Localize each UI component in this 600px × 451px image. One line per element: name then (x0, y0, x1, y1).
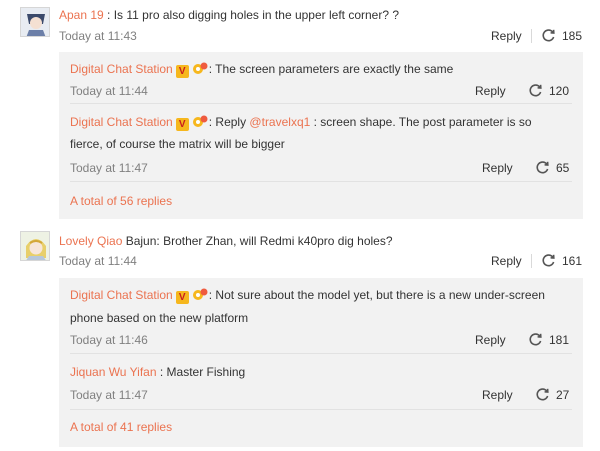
more-replies-link[interactable]: A total of 41 replies (70, 419, 172, 435)
reply-button[interactable]: Reply (475, 83, 506, 99)
reply-timestamp: Today at 11:47 (70, 161, 148, 175)
reply-body: Digital Chat Station V : The screen parame… (70, 61, 453, 78)
reply-item: Digital Chat Station V: Reply @travelxq1 … (59, 104, 583, 182)
action-divider (531, 254, 532, 268)
reply-prefix: : Reply (208, 115, 250, 129)
repost-button[interactable]: 27 (535, 387, 569, 406)
comment-item: Lovely Qiao Bajun: Brother Zhan, will Re… (0, 222, 600, 451)
reply-text: : screen shape. The post parameter is so (310, 115, 532, 129)
repost-count: 65 (556, 161, 570, 175)
repost-button[interactable]: 161 (541, 253, 582, 272)
reply-list: Digital Chat Station V: The screen parame… (59, 52, 583, 219)
verified-badge-icon: V (175, 291, 189, 304)
reply-author-link[interactable]: Digital Chat Station (70, 288, 173, 302)
repost-count: 181 (549, 333, 570, 347)
comment-item: Apan 19 : Is 11 pro also digging holes i… (0, 0, 600, 220)
reply-body: Digital Chat Station V : Not sure about th… (70, 287, 545, 304)
reply-button[interactable]: Reply (475, 332, 506, 348)
reply-text-continued: fierce, of course the matrix will be big… (70, 137, 285, 151)
comment-text: : Is 11 pro also digging holes in the up… (103, 8, 400, 22)
repost-icon (541, 28, 556, 47)
repost-icon (535, 387, 550, 406)
verified-badge-icon: V (175, 65, 189, 78)
repost-count: 27 (556, 388, 570, 402)
user-avatar[interactable] (20, 7, 50, 37)
comment-timestamp: Today at 11:44 (59, 254, 137, 268)
reply-button[interactable]: Reply (482, 387, 513, 403)
reply-text: : Master Fishing (156, 365, 246, 379)
more-replies-link[interactable]: A total of 56 replies (70, 193, 172, 209)
repost-icon (528, 83, 543, 102)
member-badge-icon (191, 287, 209, 301)
comment-timestamp: Today at 11:43 (59, 29, 137, 43)
reply-item: Digital Chat Station V : Not sure about th… (59, 278, 583, 354)
reply-button[interactable]: Reply (491, 253, 522, 269)
reply-text: : The screen parameters are exactly the … (208, 62, 454, 76)
reply-divider (70, 181, 572, 182)
comment-body: Apan 19 : Is 11 pro also digging holes i… (59, 7, 399, 23)
reply-timestamp: Today at 11:47 (70, 388, 148, 402)
member-badge-icon (191, 114, 209, 128)
reply-text: : Not sure about the model yet, but ther… (208, 288, 545, 302)
repost-button[interactable]: 181 (528, 332, 569, 351)
comment-author-link[interactable]: Apan 19 (59, 8, 104, 22)
repost-button[interactable]: 65 (535, 160, 569, 179)
reply-button[interactable]: Reply (491, 28, 522, 44)
reply-timestamp: Today at 11:46 (70, 333, 148, 347)
reply-author-link[interactable]: Digital Chat Station (70, 115, 173, 129)
repost-icon (541, 253, 556, 272)
repost-button[interactable]: 185 (541, 28, 582, 47)
reply-divider (70, 409, 572, 410)
reply-item: Jiquan Wu Yifan : Master Fishing Today a… (59, 354, 583, 410)
comment-text: Bajun: Brother Zhan, will Redmi k40pro d… (122, 234, 393, 248)
repost-icon (535, 160, 550, 179)
reply-button[interactable]: Reply (482, 160, 513, 176)
reply-list: Digital Chat Station V : Not sure about th… (59, 278, 583, 447)
reply-timestamp: Today at 11:44 (70, 84, 148, 98)
repost-count: 161 (562, 254, 583, 268)
repost-button[interactable]: 120 (528, 83, 569, 102)
repost-icon (528, 332, 543, 351)
repost-count: 185 (562, 29, 583, 43)
comment-author-link[interactable]: Lovely Qiao (59, 234, 122, 248)
action-divider (531, 29, 532, 43)
reply-item: Digital Chat Station V : The screen parame… (59, 52, 583, 104)
member-badge-icon (191, 61, 209, 75)
mention-link[interactable]: @travelxq1 (249, 115, 310, 129)
reply-body: Jiquan Wu Yifan : Master Fishing (70, 364, 245, 380)
reply-author-link[interactable]: Jiquan Wu Yifan (70, 365, 157, 379)
reply-body: Digital Chat Station V: Reply @travelxq1 … (70, 114, 532, 131)
repost-count: 120 (549, 84, 570, 98)
comment-body: Lovely Qiao Bajun: Brother Zhan, will Re… (59, 233, 393, 249)
reply-author-link[interactable]: Digital Chat Station (70, 62, 173, 76)
user-avatar[interactable] (20, 231, 50, 261)
verified-badge-icon: V (175, 118, 189, 131)
reply-text-continued: phone based on the new platform (70, 311, 249, 325)
